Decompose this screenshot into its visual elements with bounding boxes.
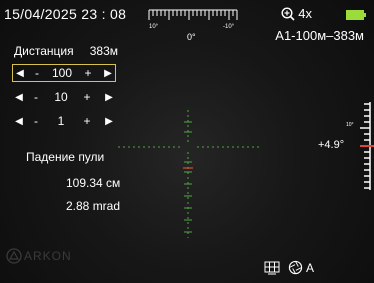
- arkon-logo-icon: [6, 248, 22, 264]
- brand-name: ARKON: [24, 249, 72, 263]
- reticle-grid-icon[interactable]: [264, 261, 280, 275]
- tilt-scale: 10°: [346, 102, 374, 190]
- tilt-scale-label: 10°: [346, 122, 354, 128]
- shutter-icon: [288, 260, 303, 275]
- shutter-mode-label: A: [306, 260, 315, 275]
- bottom-toolbar: A: [264, 260, 314, 275]
- thermal-viewfinder: 15/04/2025 23 : 08 10° 0° -10° 4x A1-100…: [0, 0, 374, 283]
- brand-logo: ARKON: [6, 248, 72, 264]
- shutter-mode[interactable]: A: [288, 260, 314, 275]
- tilt-value: +4.9°: [318, 139, 345, 151]
